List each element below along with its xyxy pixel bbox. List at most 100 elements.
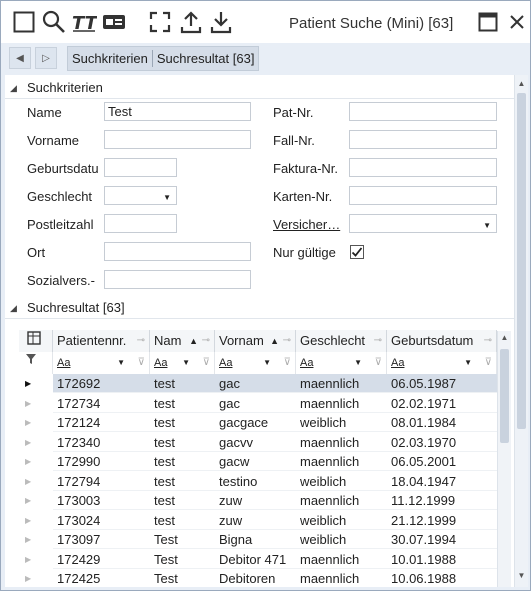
geschlecht-select[interactable]: ▼ (104, 186, 177, 205)
table-row[interactable]: ▶ 172692 test gac maennlich 06.05.1987 (19, 374, 497, 394)
cell-vorname[interactable]: gac (215, 374, 296, 393)
search-icon[interactable] (41, 9, 67, 35)
pin-icon[interactable]: ⊸ (202, 330, 210, 352)
fullscreen-icon[interactable] (147, 9, 173, 35)
search-results-header[interactable]: ◢ Suchresultat [63] (5, 297, 514, 319)
cell-patientennr[interactable]: 172124 (53, 413, 150, 432)
versicherung-select[interactable]: ▼ (349, 214, 497, 233)
filter-name[interactable]: Aa ▼ ⊽ (150, 352, 215, 374)
fall-nr-field[interactable] (349, 130, 497, 149)
column-header-name[interactable]: Nam ▲ ⊸ (150, 330, 215, 352)
table-row[interactable]: ▶ 172429 Test Debitor 471 maennlich 10.01.198… (19, 550, 497, 570)
cell-vorname[interactable]: Debitor 471 (215, 550, 296, 569)
clear-filter-icon[interactable]: ⊽ (485, 352, 492, 374)
cell-geschlecht[interactable]: maennlich (296, 491, 387, 510)
cell-patientennr[interactable]: 173097 (53, 530, 150, 549)
clear-filter-icon[interactable]: ⊽ (375, 352, 382, 374)
cell-geschlecht[interactable]: weiblich (296, 413, 387, 432)
cell-patientennr[interactable]: 172429 (53, 550, 150, 569)
column-chooser-button[interactable] (19, 330, 53, 352)
cell-vorname[interactable]: gacgace (215, 413, 296, 432)
cell-name[interactable]: test (150, 452, 215, 471)
cell-vorname[interactable]: gacw (215, 452, 296, 471)
text-style-icon[interactable]: TT (71, 9, 97, 35)
cell-geschlecht[interactable]: weiblich (296, 511, 387, 530)
cell-geschlecht[interactable]: weiblich (296, 472, 387, 491)
filter-geburtsdatum[interactable]: Aa ▼ ⊽ (387, 352, 497, 374)
filter-patientennr[interactable]: Aa ▼ ⊽ (53, 352, 150, 374)
upload-icon[interactable] (178, 9, 204, 35)
cell-patientennr[interactable]: 172692 (53, 374, 150, 393)
pin-icon[interactable]: ⊸ (137, 330, 145, 352)
cell-vorname[interactable]: gac (215, 394, 296, 413)
scroll-up-icon[interactable]: ▲ (498, 331, 511, 345)
table-row[interactable]: ▶ 173024 test zuw weiblich 21.12.1999 (19, 511, 497, 531)
search-criteria-header[interactable]: ◢ Suchkriterien (5, 77, 514, 99)
cell-name[interactable]: test (150, 491, 215, 510)
maximize-icon[interactable] (475, 9, 501, 35)
download-icon[interactable] (208, 9, 234, 35)
cell-patientennr[interactable]: 173024 (53, 511, 150, 530)
cell-patientennr[interactable]: 172425 (53, 569, 150, 587)
cell-name[interactable]: test (150, 433, 215, 452)
card-icon[interactable] (101, 9, 127, 35)
clear-filter-icon[interactable]: ⊽ (284, 352, 291, 374)
column-header-vorname[interactable]: Vornam ▲ ⊸ (215, 330, 296, 352)
sozialvers-field[interactable] (104, 270, 251, 289)
cell-name[interactable]: test (150, 394, 215, 413)
cell-geschlecht[interactable]: maennlich (296, 550, 387, 569)
cell-geschlecht[interactable]: maennlich (296, 433, 387, 452)
back-button[interactable]: ◀ (9, 47, 31, 69)
cell-vorname[interactable]: zuw (215, 511, 296, 530)
column-header-geburtsdatum[interactable]: Geburtsdatum ⊸ (387, 330, 497, 352)
table-row[interactable]: ▶ 172990 test gacw maennlich 06.05.2001 (19, 452, 497, 472)
cell-geschlecht[interactable]: maennlich (296, 394, 387, 413)
cell-name[interactable]: Test (150, 550, 215, 569)
grid-scrollbar[interactable]: ▲ (497, 331, 511, 587)
cell-patientennr[interactable]: 173003 (53, 491, 150, 510)
cell-patientennr[interactable]: 172794 (53, 472, 150, 491)
table-row[interactable]: ▶ 173003 test zuw maennlich 11.12.1999 (19, 491, 497, 511)
pin-icon[interactable]: ⊸ (483, 330, 492, 352)
scroll-down-icon[interactable]: ▼ (515, 569, 528, 583)
table-row[interactable]: ▶ 172794 test testino weiblich 18.04.1947 (19, 472, 497, 492)
cell-patientennr[interactable]: 172990 (53, 452, 150, 471)
cell-name[interactable]: Test (150, 569, 215, 587)
table-row[interactable]: ▶ 173097 Test Bigna weiblich 30.07.1994 (19, 530, 497, 550)
forward-button[interactable]: ▷ (35, 47, 57, 69)
table-row[interactable]: ▶ 172340 test gacvv maennlich 02.03.1970 (19, 433, 497, 453)
cell-geburtsdatum[interactable]: 10.06.1988 (387, 569, 497, 587)
name-field[interactable]: Test (104, 102, 251, 121)
cell-geschlecht[interactable]: weiblich (296, 530, 387, 549)
cell-geburtsdatum[interactable]: 18.04.1947 (387, 472, 497, 491)
cell-geburtsdatum[interactable]: 21.12.1999 (387, 511, 497, 530)
cell-geburtsdatum[interactable]: 30.07.1994 (387, 530, 497, 549)
cell-geburtsdatum[interactable]: 11.12.1999 (387, 491, 497, 510)
table-row[interactable]: ▶ 172734 test gac maennlich 02.02.1971 (19, 394, 497, 414)
versicherung-link[interactable]: Versicher… (273, 217, 343, 232)
column-header-patientennr[interactable]: Patientennr. ⊸ (53, 330, 150, 352)
breadcrumb-item-suchkriterien[interactable]: Suchkriterien (68, 47, 152, 70)
cell-patientennr[interactable]: 172734 (53, 394, 150, 413)
geburtsdatum-field[interactable] (104, 158, 177, 177)
square-icon[interactable] (11, 9, 37, 35)
faktura-nr-field[interactable] (349, 158, 497, 177)
table-row[interactable]: ▶ 172425 Test Debitoren maennlich 10.06.1988 (19, 569, 497, 587)
cell-vorname[interactable]: gacvv (215, 433, 296, 452)
filter-geschlecht[interactable]: Aa ▼ ⊽ (296, 352, 387, 374)
panel-scrollbar-thumb[interactable] (517, 93, 526, 429)
breadcrumb-item-suchresultat[interactable]: Suchresultat [63] (153, 47, 259, 70)
grid-scrollbar-thumb[interactable] (500, 349, 509, 443)
cell-geschlecht[interactable]: maennlich (296, 374, 387, 393)
scroll-up-icon[interactable]: ▲ (515, 77, 528, 91)
clear-filter-icon[interactable]: ⊽ (138, 352, 145, 374)
cell-name[interactable]: test (150, 374, 215, 393)
cell-name[interactable]: Test (150, 530, 215, 549)
cell-geburtsdatum[interactable]: 10.01.1988 (387, 550, 497, 569)
cell-geburtsdatum[interactable]: 06.05.1987 (387, 374, 497, 393)
cell-geburtsdatum[interactable]: 02.02.1971 (387, 394, 497, 413)
cell-name[interactable]: test (150, 472, 215, 491)
cell-geschlecht[interactable]: maennlich (296, 569, 387, 587)
cell-geschlecht[interactable]: maennlich (296, 452, 387, 471)
cell-vorname[interactable]: zuw (215, 491, 296, 510)
